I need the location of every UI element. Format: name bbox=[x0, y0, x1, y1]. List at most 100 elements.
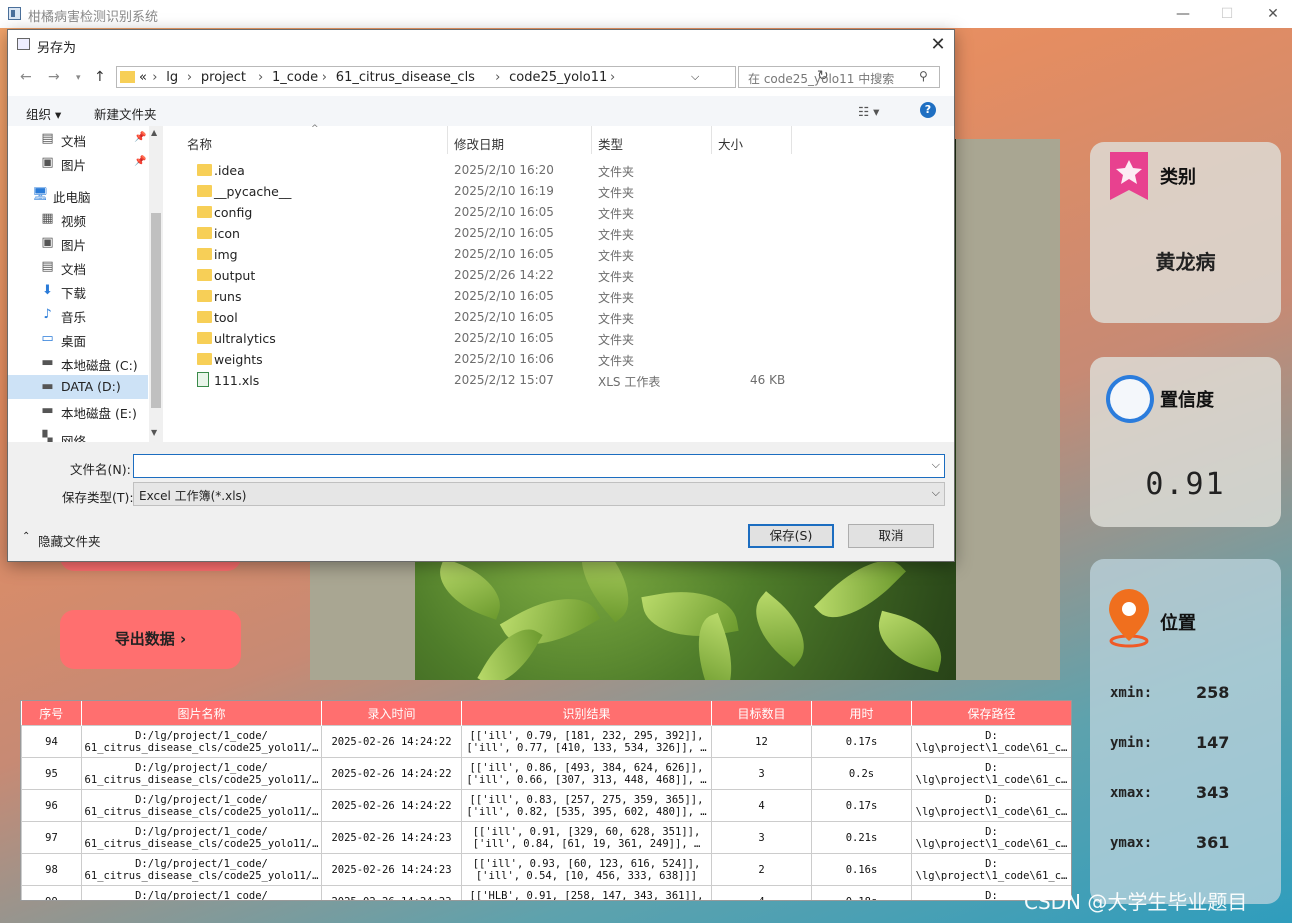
cell-duration[interactable]: 0.21s bbox=[811, 821, 912, 854]
cell-duration[interactable]: 0.18s bbox=[811, 885, 912, 900]
table-row[interactable]: 98 D:/lg/project/1_code/ 61_citrus_diseas… bbox=[21, 853, 1071, 886]
cell-count[interactable]: 4 bbox=[711, 789, 812, 822]
scroll-down-icon[interactable]: ▼ bbox=[151, 428, 157, 437]
cell-result[interactable]: [['ill', 0.93, [60, 123, 616, 524]], ['i… bbox=[461, 853, 712, 886]
table-row[interactable]: 97 D:/lg/project/1_code/ 61_citrus_diseas… bbox=[21, 821, 1071, 854]
table-row[interactable]: 96 D:/lg/project/1_code/ 61_citrus_diseas… bbox=[21, 789, 1071, 822]
view-options-icon[interactable]: ☷ ▾ bbox=[858, 104, 879, 119]
back-arrow-icon[interactable]: ← bbox=[20, 69, 32, 85]
nav-item[interactable]: ▣ 图片 bbox=[8, 231, 148, 255]
cell-result[interactable]: [['ill', 0.86, [493, 384, 624, 626]], ['… bbox=[461, 757, 712, 790]
cell-duration[interactable]: 0.2s bbox=[811, 757, 912, 790]
breadcrumb-chevron-icon[interactable]: › bbox=[152, 70, 157, 85]
cell-index[interactable]: 99 bbox=[21, 885, 82, 900]
cell-save-path[interactable]: D: \lg\project\1_code\61_c… bbox=[911, 757, 1071, 790]
maximize-button[interactable]: ☐ bbox=[1212, 3, 1242, 25]
nav-item[interactable]: ♪ 音乐 bbox=[8, 303, 148, 327]
cell-image-name[interactable]: D:/lg/project/1_code/ 61_citrus_disease_… bbox=[81, 789, 322, 822]
export-data-button[interactable]: 导出数据 › bbox=[60, 610, 241, 669]
cell-time[interactable]: 2025-02-26 14:24:23 bbox=[321, 853, 462, 886]
cell-save-path[interactable]: D: \lg\project\1_code\61_c… bbox=[911, 853, 1071, 886]
file-row[interactable]: img 2025/2/10 16:05 文件夹 bbox=[187, 244, 807, 265]
breadcrumb-item[interactable]: lg bbox=[166, 70, 178, 85]
cell-index[interactable]: 97 bbox=[21, 821, 82, 854]
nav-item[interactable]: ▬ 本地磁盘 (C:) bbox=[8, 351, 148, 375]
breadcrumb-chevron-icon[interactable]: › bbox=[495, 70, 500, 85]
cell-result[interactable]: [['ill', 0.83, [257, 275, 359, 365]], ['… bbox=[461, 789, 712, 822]
cell-time[interactable]: 2025-02-26 14:24:22 bbox=[321, 789, 462, 822]
cell-image-name[interactable]: D:/lg/project/1_code/ 61_citrus_disease_… bbox=[81, 725, 322, 758]
hide-folders-toggle[interactable]: 隐藏文件夹 bbox=[38, 531, 101, 550]
header-duration[interactable]: 用时 bbox=[811, 701, 912, 726]
cell-index[interactable]: 98 bbox=[21, 853, 82, 886]
table-row[interactable]: 99D:/lg/project/1_code/ 61_citrus_diseas… bbox=[21, 885, 1071, 900]
breadcrumb-chevron-icon[interactable]: › bbox=[187, 70, 192, 85]
cell-count[interactable]: 3 bbox=[711, 757, 812, 790]
cell-image-name[interactable]: D:/lg/project/1_code/ 61_citrus_disease_… bbox=[81, 885, 322, 900]
scroll-up-icon[interactable]: ▲ bbox=[151, 128, 157, 137]
filetype-select[interactable]: Excel 工作簿(*.xls) ⌵ bbox=[133, 482, 945, 506]
file-row[interactable]: runs 2025/2/10 16:05 文件夹 bbox=[187, 286, 807, 307]
breadcrumb-chevron-icon[interactable]: › bbox=[610, 70, 615, 85]
header-index[interactable]: 序号 bbox=[21, 701, 82, 726]
save-button[interactable]: 保存(S) bbox=[748, 524, 834, 548]
header-result[interactable]: 识别结果 bbox=[461, 701, 712, 726]
cancel-button[interactable]: 取消 bbox=[848, 524, 934, 548]
breadcrumb-item[interactable]: project bbox=[201, 70, 246, 85]
breadcrumb-chevron-icon[interactable]: › bbox=[258, 70, 263, 85]
file-row[interactable]: tool 2025/2/10 16:05 文件夹 bbox=[187, 307, 807, 328]
cell-time[interactable]: 2025-02-26 14:24:22 bbox=[321, 757, 462, 790]
breadcrumb-item[interactable]: 61_citrus_disease_cls bbox=[336, 70, 475, 85]
column-divider[interactable] bbox=[447, 126, 448, 154]
nav-item[interactable]: ▦ 视频 bbox=[8, 207, 148, 231]
cell-result[interactable]: [['ill', 0.91, [329, 60, 628, 351]], ['i… bbox=[461, 821, 712, 854]
up-arrow-icon[interactable]: ↑ bbox=[94, 69, 106, 85]
cell-result[interactable]: [['HLB', 0.91, [258, 147, 343, 361]], ['… bbox=[461, 885, 712, 900]
column-divider[interactable] bbox=[591, 126, 592, 154]
column-name[interactable]: 名称 bbox=[187, 134, 212, 153]
table-row[interactable]: 94 D:/lg/project/1_code/ 61_citrus_diseas… bbox=[21, 725, 1071, 758]
header-image-name[interactable]: 图片名称 bbox=[81, 701, 322, 726]
search-box[interactable]: 在 code25_yolo11 中搜索 ⚲ bbox=[738, 66, 940, 88]
column-divider[interactable] bbox=[791, 126, 792, 154]
file-row[interactable]: 111.xls 2025/2/12 15:07 XLS 工作表 46 KB bbox=[187, 370, 807, 391]
breadcrumb-overflow[interactable]: « bbox=[139, 70, 147, 85]
nav-item[interactable]: ▤ 文档 bbox=[8, 255, 148, 279]
cell-save-path[interactable]: D: \lg\project\1_code\61_c… bbox=[911, 725, 1071, 758]
dialog-close-button[interactable]: ✕ bbox=[924, 32, 952, 58]
nav-item[interactable]: ▚ 网络 bbox=[8, 427, 148, 442]
cell-time[interactable]: 2025-02-26 14:24:22 bbox=[321, 725, 462, 758]
file-row[interactable]: __pycache__ 2025/2/10 16:19 文件夹 bbox=[187, 181, 807, 202]
file-row[interactable]: ultralytics 2025/2/10 16:05 文件夹 bbox=[187, 328, 807, 349]
column-divider[interactable] bbox=[711, 126, 712, 154]
file-list[interactable]: ^ 名称 修改日期 类型 大小 .idea 2025/2/10 16:20 文件夹 _… bbox=[171, 124, 954, 442]
file-row[interactable]: icon 2025/2/10 16:05 文件夹 bbox=[187, 223, 807, 244]
nav-item[interactable]: ▤ 文档 📌 bbox=[8, 127, 148, 151]
table-row[interactable]: 95 D:/lg/project/1_code/ 61_citrus_diseas… bbox=[21, 757, 1071, 790]
minimize-button[interactable]: — bbox=[1168, 3, 1198, 25]
header-save-path[interactable]: 保存路径 bbox=[911, 701, 1071, 726]
nav-scroll-thumb[interactable] bbox=[151, 213, 161, 408]
organize-menu[interactable]: 组织 ▾ bbox=[26, 104, 61, 123]
nav-item[interactable]: ▬ DATA (D:) bbox=[8, 375, 148, 399]
new-folder-button[interactable]: 新建文件夹 bbox=[94, 104, 157, 123]
nav-item[interactable]: ▬ 本地磁盘 (E:) bbox=[8, 399, 148, 423]
nav-item[interactable]: ⬇ 下载 bbox=[8, 279, 148, 303]
cell-image-name[interactable]: D:/lg/project/1_code/ 61_citrus_disease_… bbox=[81, 853, 322, 886]
breadcrumb-chevron-icon[interactable]: › bbox=[322, 70, 327, 85]
results-table[interactable]: 序号 图片名称 录入时间 识别结果 目标数目 用时 保存路径 94 D:/lg/p… bbox=[20, 700, 1072, 901]
header-count[interactable]: 目标数目 bbox=[711, 701, 812, 726]
nav-item[interactable]: ▭ 桌面 bbox=[8, 327, 148, 351]
file-row[interactable]: weights 2025/2/10 16:06 文件夹 bbox=[187, 349, 807, 370]
cell-duration[interactable]: 0.17s bbox=[811, 725, 912, 758]
breadcrumb-item[interactable]: code25_yolo11 bbox=[509, 70, 607, 85]
cell-count[interactable]: 12 bbox=[711, 725, 812, 758]
cell-image-name[interactable]: D:/lg/project/1_code/ 61_citrus_disease_… bbox=[81, 757, 322, 790]
file-row[interactable]: output 2025/2/26 14:22 文件夹 bbox=[187, 265, 807, 286]
cell-index[interactable]: 94 bbox=[21, 725, 82, 758]
breadcrumb-item[interactable]: 1_code bbox=[272, 70, 318, 85]
address-bar[interactable]: « › lg › project › 1_code › 61_citrus_disease_cl… bbox=[116, 66, 829, 88]
forward-arrow-icon[interactable]: → bbox=[48, 69, 60, 85]
cell-save-path[interactable]: D: \lg\project\1_code\61_c… bbox=[911, 789, 1071, 822]
file-row[interactable]: config 2025/2/10 16:05 文件夹 bbox=[187, 202, 807, 223]
